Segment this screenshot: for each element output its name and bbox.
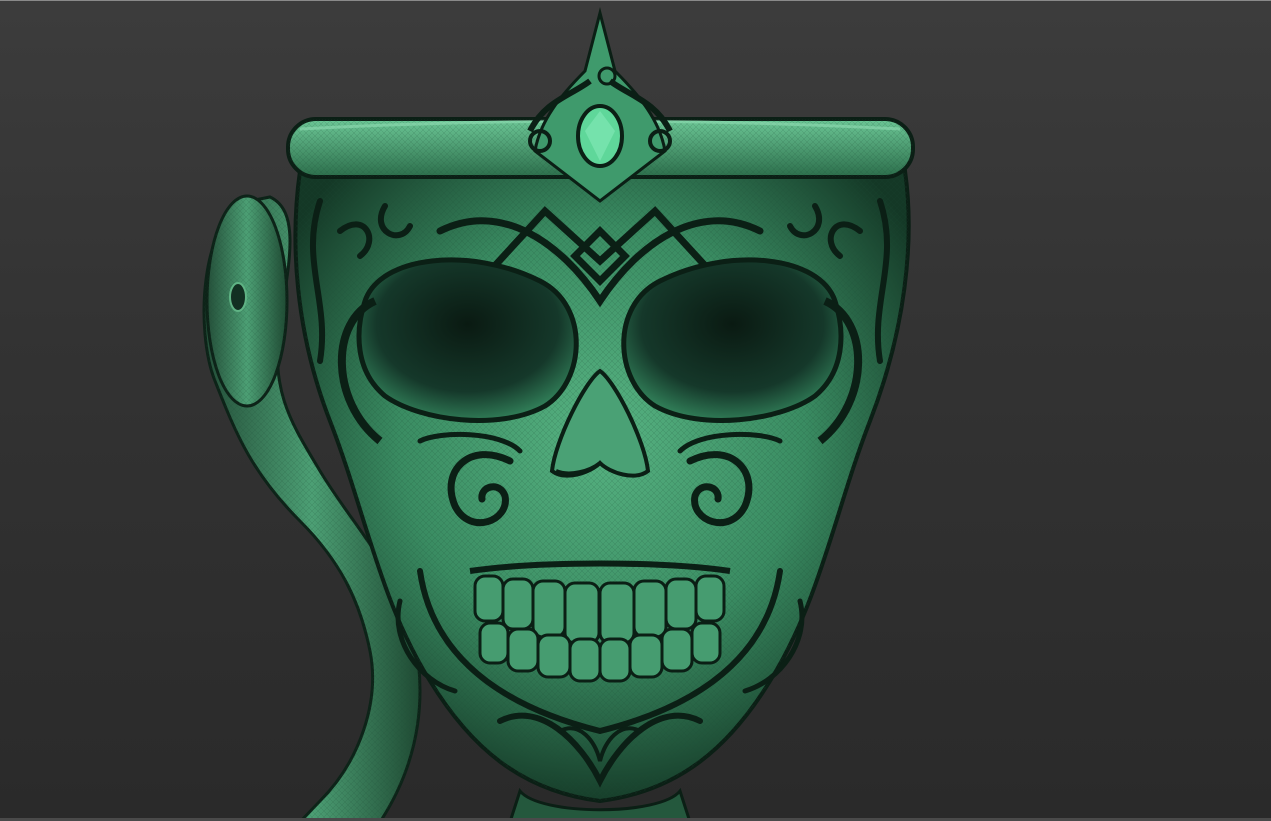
3d-viewport[interactable] [0,0,1271,821]
skull-mug-model[interactable] [0,1,1271,821]
